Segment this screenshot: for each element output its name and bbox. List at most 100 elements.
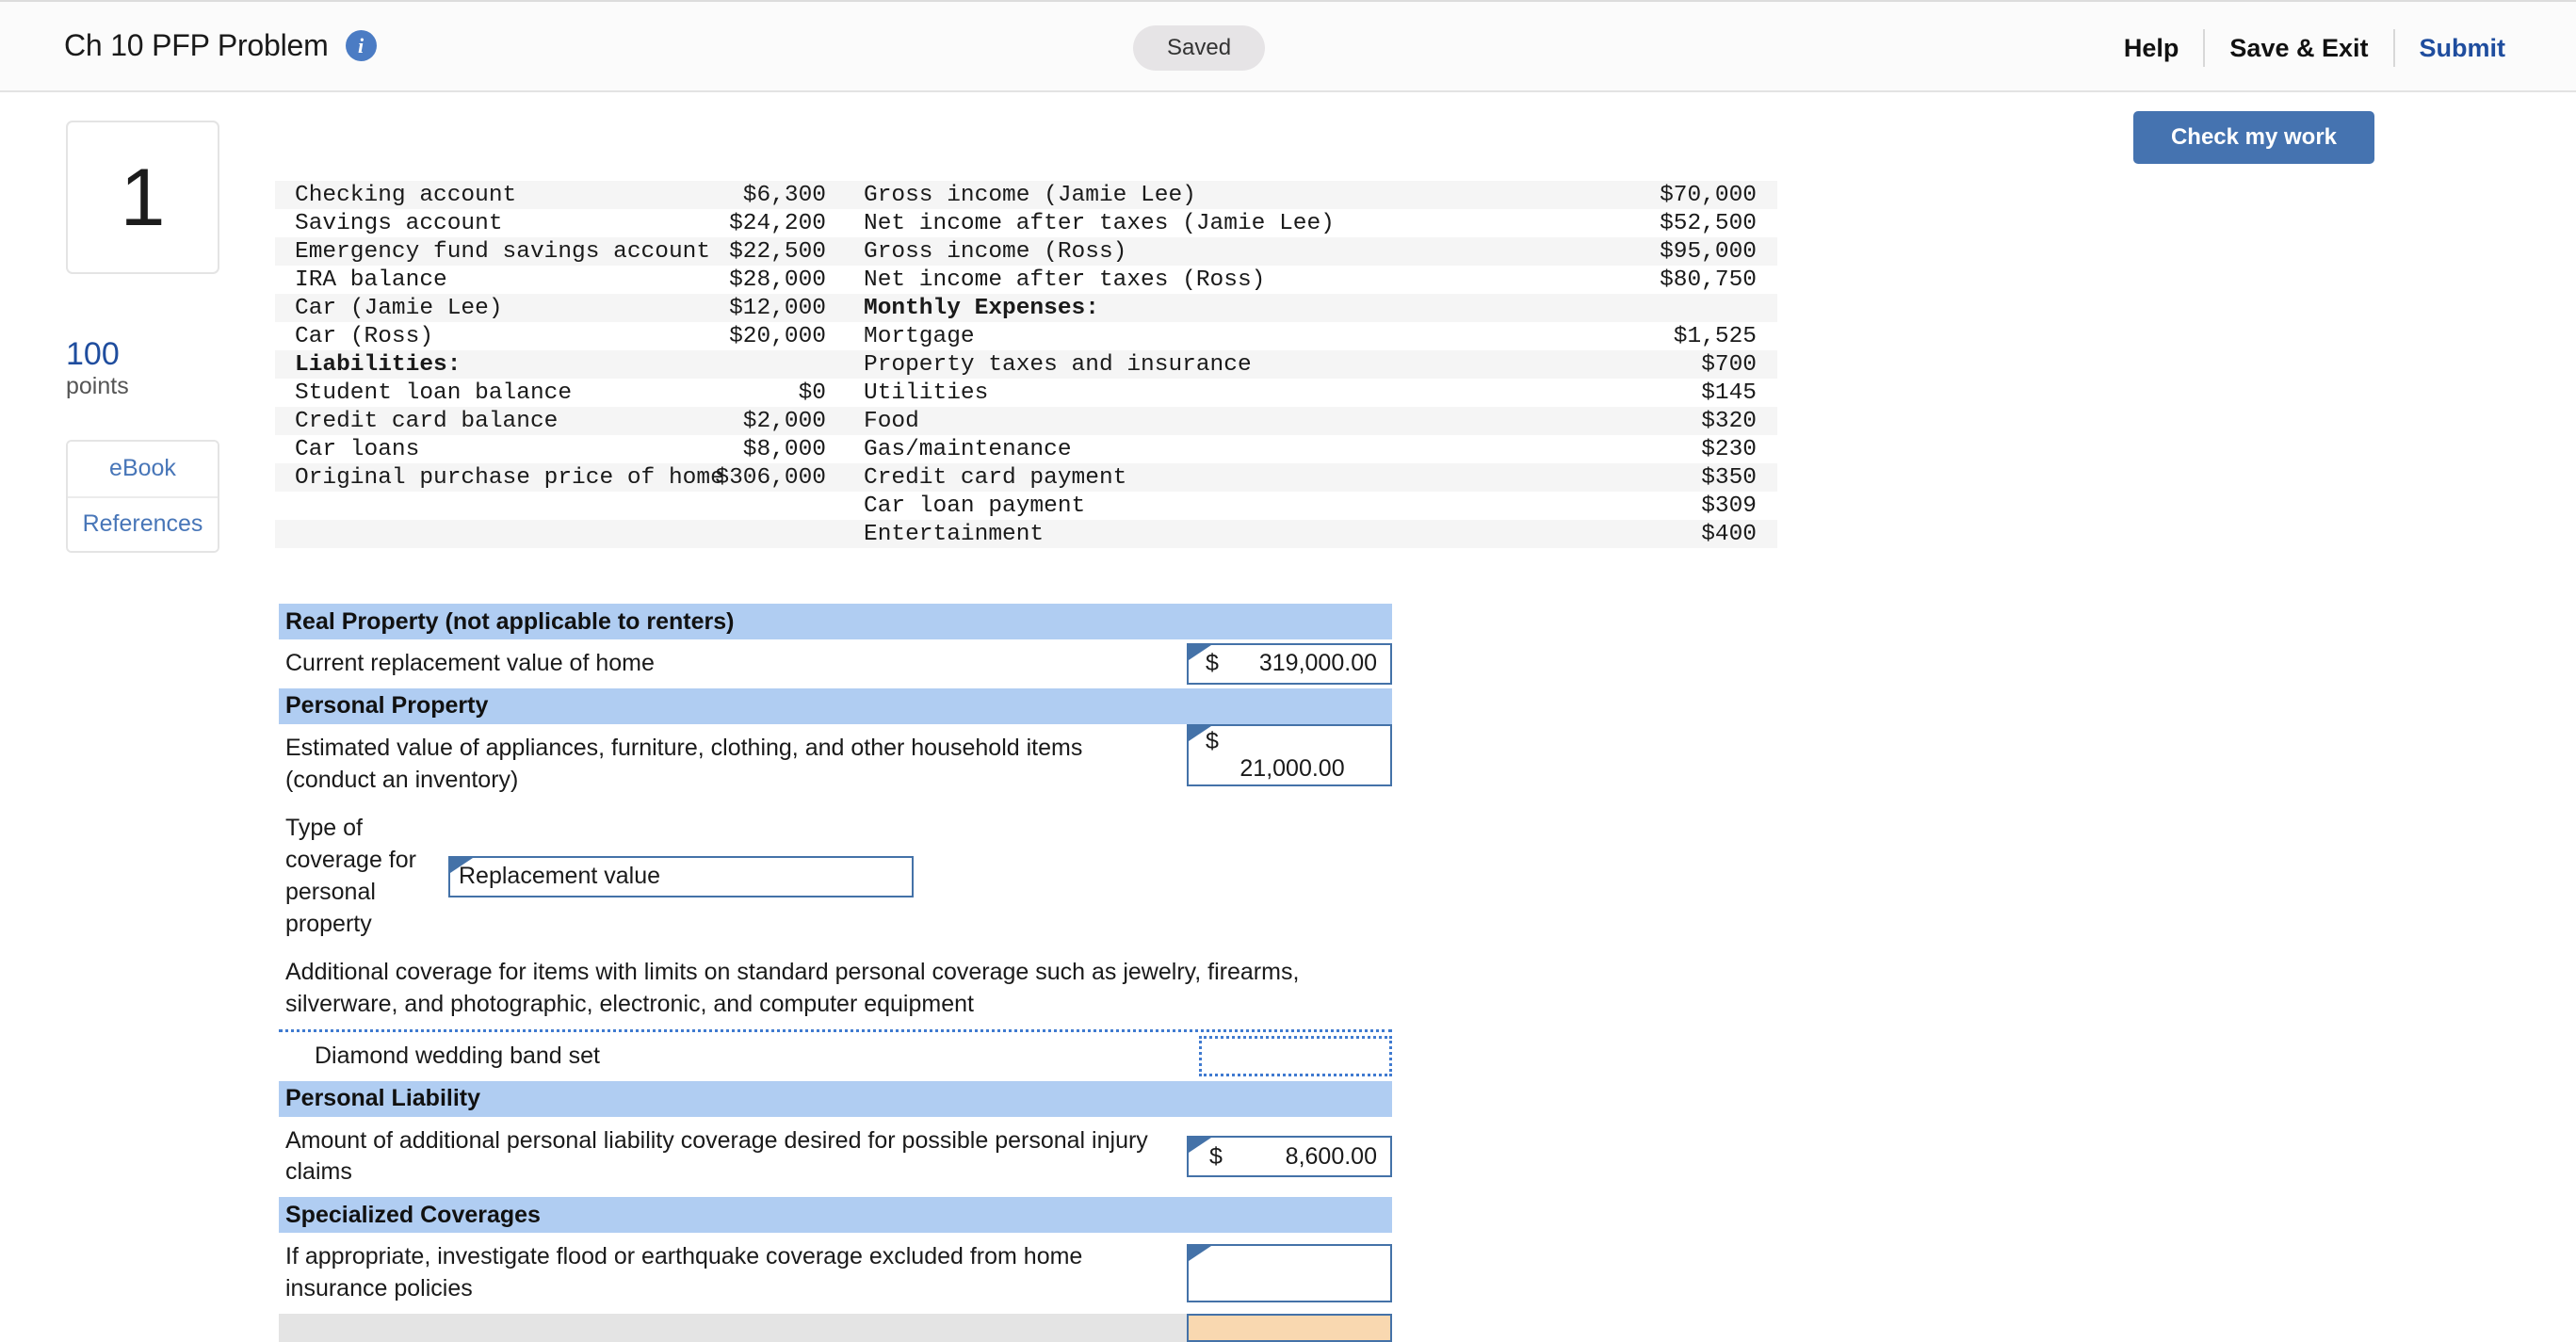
row-value-right: $95,000 [1660, 238, 1757, 265]
financial-data-table: Checking account $6,300 Gross income (Ja… [275, 181, 1777, 548]
row-label-right: Net income after taxes (Ross) [864, 267, 1266, 293]
table-row: Car loans $8,000 Gas/maintenance $230 [275, 435, 1777, 463]
flood-earthquake-input[interactable] [1187, 1243, 1392, 1302]
status-badge: Saved [1133, 25, 1266, 71]
row-value-left [647, 520, 826, 548]
row-value-right: $1,525 [1673, 323, 1757, 349]
check-my-work-button[interactable]: Check my work [2133, 111, 2374, 164]
cell-corner-marker-icon [1189, 1138, 1211, 1154]
worksheet-row-additional-coverage-note: Additional coverage for items with limit… [279, 948, 1392, 1029]
row-value-left: $28,000 [729, 267, 826, 293]
table-row: Car loan payment $309 [275, 492, 1777, 520]
row-value-right: $320 [1701, 408, 1757, 434]
row-value-right: $70,000 [1660, 182, 1757, 208]
input-value: 8,600.00 [1285, 1142, 1377, 1170]
row-value-left: $6,300 [742, 182, 826, 208]
column-gap [826, 520, 864, 548]
worksheet-row-replacement-value: Current replacement value of home $ 319,… [279, 639, 1392, 688]
replacement-value-input[interactable]: $ 319,000.00 [1187, 642, 1392, 685]
row-label-right: Car loan payment [864, 493, 1086, 519]
table-row: Entertainment $400 [275, 520, 1777, 548]
cell-wrapper [1199, 1036, 1392, 1077]
cell-wrapper: $ 319,000.00 [1187, 642, 1392, 685]
row-value-left [647, 350, 826, 379]
column-gap [826, 181, 864, 209]
cell-wrapper [1187, 1243, 1392, 1302]
save-and-exit-link[interactable]: Save & Exit [2205, 34, 2392, 63]
worksheet-row-personal-liability: Amount of additional personal liability … [279, 1116, 1392, 1197]
column-gap [826, 407, 864, 435]
title-group: Ch 10 PFP Problem i [64, 28, 377, 63]
row-value-right: $145 [1701, 380, 1757, 406]
row-label-left: Liabilities: [295, 351, 462, 378]
worksheet-row-flood-earthquake: If appropriate, investigate flood or ear… [279, 1233, 1392, 1314]
page-title: Ch 10 PFP Problem [64, 28, 329, 62]
column-gap [826, 237, 864, 266]
question-card[interactable]: 1 [66, 121, 219, 274]
row-value-left: $20,000 [729, 323, 826, 349]
row-label-left [275, 492, 647, 520]
references-button[interactable]: References [68, 495, 218, 551]
section-header-personal-property: Personal Property [279, 687, 1392, 724]
column-gap [826, 492, 864, 520]
worksheet-row-diamond-wedding-band: Diamond wedding band set [279, 1028, 1392, 1081]
row-value-right: $400 [1701, 521, 1757, 547]
row-value-left: $306,000 [715, 464, 826, 491]
column-gap [826, 435, 864, 463]
question-number: 1 [120, 152, 166, 243]
table-row: Checking account $6,300 Gross income (Ja… [275, 181, 1777, 209]
row-value-right: $80,750 [1660, 267, 1757, 293]
row-value-left: $22,500 [729, 238, 826, 265]
cell-wrapper [1187, 1313, 1392, 1342]
estimated-value-input[interactable]: $ 21,000.00 [1187, 723, 1392, 786]
row-value-left: $8,000 [742, 436, 826, 462]
table-row: Car (Jamie Lee) $12,000 Monthly Expenses… [275, 294, 1777, 322]
row-label-right: Monthly Expenses: [864, 295, 1099, 321]
worksheet-row-partial-bottom [279, 1313, 1392, 1342]
table-row: Car (Ross) $20,000 Mortgage $1,525 [275, 322, 1777, 350]
table-row: Emergency fund savings account $22,500 G… [275, 237, 1777, 266]
row-label-right: Gross income (Ross) [864, 238, 1127, 265]
row-label-right: Credit card payment [864, 464, 1127, 491]
coverage-type-select[interactable]: Replacement value [448, 855, 914, 897]
row-label-right: Food [864, 408, 919, 434]
cell-corner-marker-icon [1189, 1245, 1211, 1261]
row-label-left [275, 520, 647, 548]
input-value: 21,000.00 [1239, 754, 1345, 782]
column-gap [826, 350, 864, 379]
row-value-left: $24,200 [729, 210, 826, 236]
diamond-wedding-band-input[interactable] [1199, 1036, 1392, 1077]
section-header-real-property: Real Property (not applicable to renters… [279, 604, 1392, 639]
row-label [279, 1326, 1187, 1330]
cell-wrapper: $ 21,000.00 [1187, 723, 1392, 786]
row-value-left: $0 [798, 380, 826, 406]
currency-symbol: $ [1209, 1142, 1223, 1170]
worksheet-row-coverage-type: Type of coverage for personal property R… [279, 804, 1392, 949]
cell-wrapper: $ 8,600.00 [1187, 1136, 1392, 1178]
ebook-button[interactable]: eBook [68, 441, 218, 496]
row-label-right: Gross income (Jamie Lee) [864, 182, 1196, 208]
row-label-left: Car loans [295, 436, 420, 462]
points-label: points [66, 372, 129, 399]
help-link[interactable]: Help [2099, 34, 2204, 63]
row-label: Current replacement value of home [285, 650, 655, 676]
info-icon[interactable]: i [345, 30, 377, 61]
points-value: 100 [66, 336, 120, 372]
personal-liability-input[interactable]: $ 8,600.00 [1187, 1136, 1392, 1178]
row-value-right: $52,500 [1660, 210, 1757, 236]
row-label: Estimated value of appliances, furniture… [285, 734, 1083, 793]
partial-bottom-input[interactable] [1187, 1313, 1392, 1342]
submit-link[interactable]: Submit [2395, 34, 2506, 63]
table-row: Liabilities: Property taxes and insuranc… [275, 350, 1777, 379]
row-label: If appropriate, investigate flood or ear… [285, 1243, 1083, 1302]
row-label: Diamond wedding band set [315, 1042, 600, 1069]
row-label-left: Original purchase price of home [295, 464, 724, 491]
row-label: Type of coverage for personal property [285, 815, 416, 937]
row-label-right: Utilities [864, 380, 989, 406]
column-gap [826, 294, 864, 322]
column-gap [826, 322, 864, 350]
table-row: IRA balance $28,000 Net income after tax… [275, 266, 1777, 294]
row-label-left: IRA balance [295, 267, 447, 293]
row-label-left: Car (Ross) [295, 323, 434, 349]
table-row: Original purchase price of home $306,000… [275, 463, 1777, 492]
